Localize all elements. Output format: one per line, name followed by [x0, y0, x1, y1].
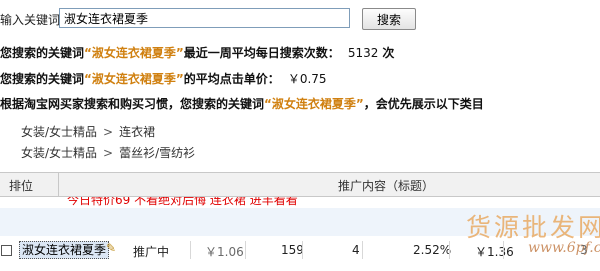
column-divider [362, 241, 363, 259]
keyword-highlight: “淑女连衣裙夏季” [264, 97, 364, 111]
category-path: 女装/女士精品 > 蕾丝衫/雪纺衫 [21, 146, 196, 160]
ad-title-link[interactable]: 今日特价69 不看绝对后悔 连衣裙 进丰看看 [67, 197, 298, 206]
column-divider [245, 241, 246, 259]
pencil-icon[interactable]: ✎ [106, 241, 116, 255]
status-cell: 推广中 [133, 245, 170, 259]
category-path: 女装/女士精品 > 连衣裙 [21, 125, 156, 139]
avg-price-cell: ￥1.36 [475, 245, 514, 259]
column-divider [190, 241, 191, 259]
chevron-right-icon: > [103, 146, 114, 160]
click-price-line: 您搜索的关键词“淑女连衣裙夏季”的平均点击单价： ￥0.75 [0, 72, 327, 86]
keyword-highlight: “淑女连衣裙夏季” [84, 46, 184, 60]
clicks-cell: 159 [281, 243, 304, 257]
ctr-cell: 2.52% [413, 243, 452, 257]
search-button[interactable]: 搜索 [362, 8, 416, 30]
truncated-cell: 3 [580, 243, 588, 257]
column-header-content: 推广内容（标题） [338, 179, 435, 193]
search-count-line: 您搜索的关键词“淑女连衣裙夏季”最近一周平均每日搜索次数： 5132 次 [0, 46, 395, 60]
price-cell[interactable]: ￥1.06 [205, 243, 244, 260]
column-divider [58, 173, 59, 196]
impressions-cell: 4 [352, 243, 360, 257]
column-divider [503, 241, 504, 259]
table-row: 淑女连衣裙夏季 ✎ 推广中 ￥1.06 159 4 2.52% ￥1.36 3 [0, 241, 600, 261]
row-checkbox[interactable] [1, 245, 12, 256]
column-divider [302, 241, 303, 259]
search-input[interactable] [59, 8, 350, 28]
avg-click-price: ￥0.75 [287, 72, 327, 86]
table-header: 排位 推广内容（标题） [0, 172, 600, 197]
watermark-logo: 货源批发网 [466, 213, 600, 242]
column-header-rank: 排位 [9, 179, 34, 193]
category-intro-line: 根据淘宝网买家搜索和购买习惯，您搜索的关键词“淑女连衣裙夏季”，会优先展示以下类… [0, 97, 484, 111]
keyword-cell[interactable]: 淑女连衣裙夏季 [19, 241, 110, 259]
column-divider [449, 241, 450, 259]
chevron-right-icon: > [103, 125, 114, 139]
keyword-highlight: “淑女连衣裙夏季” [84, 72, 184, 86]
daily-search-count: 5132 [347, 46, 379, 60]
